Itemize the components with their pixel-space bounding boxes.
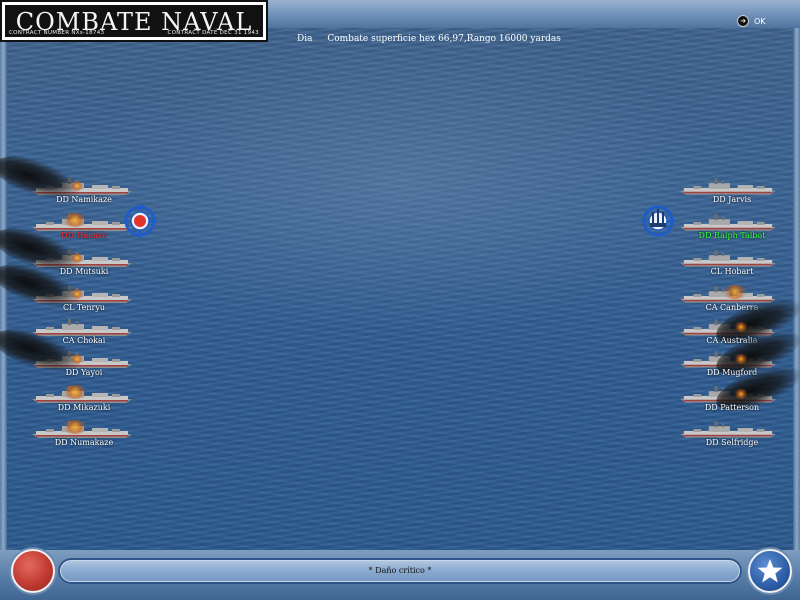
ship-right[interactable]: CL Hobart bbox=[662, 249, 800, 289]
ship-name-label: CL Tenryu bbox=[62, 303, 106, 312]
ship-name-label: CL Hobart bbox=[710, 267, 754, 276]
ship-left[interactable]: DD Mikazuki bbox=[22, 385, 162, 425]
status-bar: * Daño crítico * bbox=[58, 558, 742, 584]
fire-icon bbox=[734, 354, 748, 364]
left-frame-border bbox=[0, 0, 7, 600]
battle-window: COMBATE NAVAL CONTRACT NUMBER NXs-18743 … bbox=[0, 0, 800, 600]
fire-icon bbox=[62, 420, 88, 434]
ship-right[interactable]: DD Selfridge bbox=[662, 420, 800, 460]
red-circle-button[interactable] bbox=[11, 549, 55, 593]
ship-left[interactable]: DD Numakaze bbox=[22, 420, 162, 460]
fire-icon bbox=[70, 253, 84, 263]
ok-button[interactable]: ➔ OK bbox=[737, 15, 766, 27]
fire-icon bbox=[62, 213, 88, 227]
ship-name-label: DD Yayoi bbox=[65, 368, 103, 377]
arrow-right-circle-icon: ➔ bbox=[737, 15, 749, 27]
ship-right[interactable]: DD Jarvis bbox=[662, 177, 800, 217]
ok-label: OK bbox=[754, 16, 766, 26]
ship-right[interactable]: DD Ralph Talbot bbox=[662, 213, 800, 253]
ship-name-label: DD Mikazuki bbox=[57, 403, 111, 412]
fire-icon bbox=[70, 354, 84, 364]
ship-name-label: DD Numakaze bbox=[54, 438, 114, 447]
combat-info: Dia Combate superficie hex 66,97,Rango 1… bbox=[297, 34, 561, 44]
fire-icon bbox=[70, 289, 84, 299]
ship-name-label: DD Namikaze bbox=[56, 195, 112, 204]
combat-day: Dia bbox=[297, 34, 313, 44]
contract-date: CONTRACT DATE DEC 31 1943 bbox=[167, 30, 259, 36]
star-button[interactable] bbox=[748, 549, 792, 593]
ship-name-label: DD Patterson bbox=[704, 403, 760, 412]
contract-number: CONTRACT NUMBER NXs-18743 bbox=[9, 30, 105, 36]
status-message: * Daño crítico * bbox=[368, 566, 432, 575]
ship-name-label: DD Jarvis bbox=[712, 195, 752, 204]
fire-icon bbox=[734, 322, 748, 332]
combat-description: Combate superficie hex 66,97,Rango 16000… bbox=[327, 34, 561, 44]
star-icon bbox=[757, 559, 783, 583]
fire-icon bbox=[734, 389, 748, 399]
ship-left[interactable]: DD Yayoi bbox=[0, 320, 162, 390]
combat-logo: COMBATE NAVAL CONTRACT NUMBER NXs-18743 … bbox=[0, 0, 268, 42]
ship-name-label: DD Selfridge bbox=[705, 438, 759, 447]
ship-silhouette-target-icon[interactable] bbox=[641, 204, 675, 238]
fire-icon bbox=[70, 181, 84, 191]
crosshair-target-icon[interactable] bbox=[123, 204, 157, 238]
ship-right[interactable]: DD Patterson bbox=[662, 356, 800, 425]
fire-icon bbox=[722, 285, 748, 299]
fire-icon bbox=[62, 385, 88, 399]
